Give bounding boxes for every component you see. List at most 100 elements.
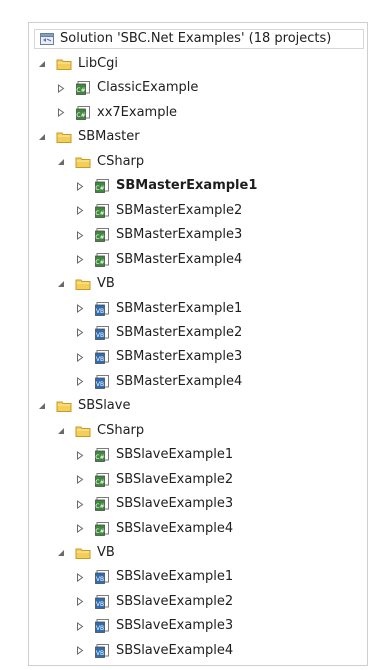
collapsed-arrow-icon[interactable] [74,180,86,192]
solution-explorer-panel: Solution 'SBC.Net Examples' (18 projects… [28,22,368,666]
tree-folder-row[interactable]: SBMaster [36,126,140,148]
expanded-arrow-icon[interactable] [55,156,67,168]
collapsed-arrow-icon[interactable] [74,327,86,339]
collapsed-arrow-icon[interactable] [74,449,86,461]
tree-item-label: CSharp [97,153,145,169]
tree-project-row[interactable]: C# SBMasterExample3 [74,224,242,246]
expanded-arrow-icon[interactable] [36,58,48,70]
tree-project-row[interactable]: C# SBSlaveExample3 [74,493,233,515]
collapsed-arrow-icon[interactable] [74,229,86,241]
tree-project-row[interactable]: VB SBSlaveExample3 [74,615,233,637]
collapsed-arrow-icon[interactable] [74,571,86,583]
svg-text:C#: C# [95,259,104,266]
tree-project-row[interactable]: VB SBMasterExample4 [74,371,242,393]
collapsed-arrow-icon[interactable] [74,303,86,315]
svg-text:C#: C# [76,87,85,94]
collapsed-arrow-icon[interactable] [74,596,86,608]
tree-project-row[interactable]: C# SBSlaveExample1 [74,444,233,466]
expanded-arrow-icon[interactable] [55,547,67,559]
csharp-project-icon: C# [94,521,110,537]
tree-project-row[interactable]: C# SBMasterExample1 [74,175,257,197]
vb-project-icon: VB [94,643,110,659]
tree-project-row[interactable]: C# xx7Example [55,102,177,124]
tree-item-label: SBMasterExample3 [116,227,243,243]
tree-project-row[interactable]: C# SBMasterExample2 [74,200,242,222]
folder-icon [75,545,91,561]
vb-project-icon: VB [94,301,110,317]
tree-item-label: VB [97,545,115,560]
svg-text:C#: C# [95,210,104,217]
tree-project-row[interactable]: C# SBMasterExample4 [74,249,242,271]
svg-text:VB: VB [96,332,104,339]
folder-icon [56,398,72,414]
vb-project-icon: VB [94,374,110,390]
folder-icon [56,56,72,72]
tree-project-row[interactable]: C# SBSlaveExample2 [74,469,233,491]
collapsed-arrow-icon[interactable] [74,620,86,632]
collapsed-arrow-icon[interactable] [74,351,86,363]
collapsed-arrow-icon[interactable] [74,254,86,266]
tree-item-label: SBMasterExample3 [116,349,243,365]
tree-project-row[interactable]: VB SBMasterExample2 [74,322,242,344]
collapsed-arrow-icon[interactable] [74,523,86,535]
svg-text:C#: C# [95,503,104,510]
collapsed-arrow-icon[interactable] [55,82,67,94]
tree-folder-row[interactable]: SBSlave [36,395,130,417]
csharp-project-icon: C# [94,178,110,194]
tree-folder-row[interactable]: VB [55,542,115,564]
tree-project-row[interactable]: VB SBSlaveExample4 [74,640,233,662]
csharp-project-icon: C# [94,496,110,512]
csharp-project-icon: C# [94,227,110,243]
csharp-project-icon: C# [94,472,110,488]
svg-text:VB: VB [96,601,104,608]
collapsed-arrow-icon[interactable] [74,474,86,486]
tree-project-row[interactable]: VB SBMasterExample3 [74,346,242,368]
tree-item-label: SBSlaveExample2 [116,471,234,487]
collapsed-arrow-icon[interactable] [55,107,67,119]
tree-project-row[interactable]: C# SBSlaveExample4 [74,518,233,540]
svg-text:VB: VB [96,576,104,583]
tree-item-label: SBSlaveExample1 [116,569,234,585]
tree-folder-row[interactable]: CSharp [55,420,144,442]
svg-text:C#: C# [76,112,85,119]
tree-folder-row[interactable]: LibCgi [36,53,118,75]
tree-project-row[interactable]: C# ClassicExample [55,77,198,99]
csharp-project-icon: C# [94,203,110,219]
vb-project-icon: VB [94,349,110,365]
csharp-project-icon: C# [94,447,110,463]
tree-project-row[interactable]: VB SBMasterExample1 [74,298,242,320]
svg-text:C#: C# [95,528,104,535]
vb-project-icon: VB [94,325,110,341]
tree-folder-row[interactable]: VB [55,273,115,295]
solution-root-row[interactable]: Solution 'SBC.Net Examples' (18 projects… [34,29,364,49]
folder-icon [75,276,91,292]
expanded-arrow-icon[interactable] [55,425,67,437]
svg-text:VB: VB [96,625,104,632]
tree-item-label: SBMaster [78,129,140,145]
svg-text:C#: C# [95,234,104,241]
tree-item-label: SBMasterExample1 [116,300,243,316]
tree-item-label: SBSlaveExample3 [116,496,234,512]
vb-project-icon: VB [94,569,110,585]
vb-project-icon: VB [94,618,110,634]
tree-item-label: xx7Example [97,104,178,120]
expanded-arrow-icon[interactable] [36,400,48,412]
collapsed-arrow-icon[interactable] [74,376,86,388]
csharp-project-icon: C# [75,105,91,121]
tree-item-label: VB [97,276,115,292]
tree-project-row[interactable]: VB SBSlaveExample2 [74,591,233,613]
svg-text:VB: VB [96,308,104,315]
tree-item-label: ClassicExample [97,80,199,96]
collapsed-arrow-icon[interactable] [74,205,86,217]
csharp-project-icon: C# [75,80,91,96]
expanded-arrow-icon[interactable] [55,278,67,290]
collapsed-arrow-icon[interactable] [74,498,86,510]
tree-item-label: SBMasterExample2 [116,202,243,218]
tree-project-row[interactable]: VB SBSlaveExample1 [74,566,233,588]
collapsed-arrow-icon[interactable] [74,645,86,657]
tree-folder-row[interactable]: CSharp [55,151,144,173]
tree-item-label: SBMasterExample4 [116,373,243,389]
tree-item-label: LibCgi [78,56,119,71]
svg-text:C#: C# [95,479,104,486]
expanded-arrow-icon[interactable] [36,131,48,143]
